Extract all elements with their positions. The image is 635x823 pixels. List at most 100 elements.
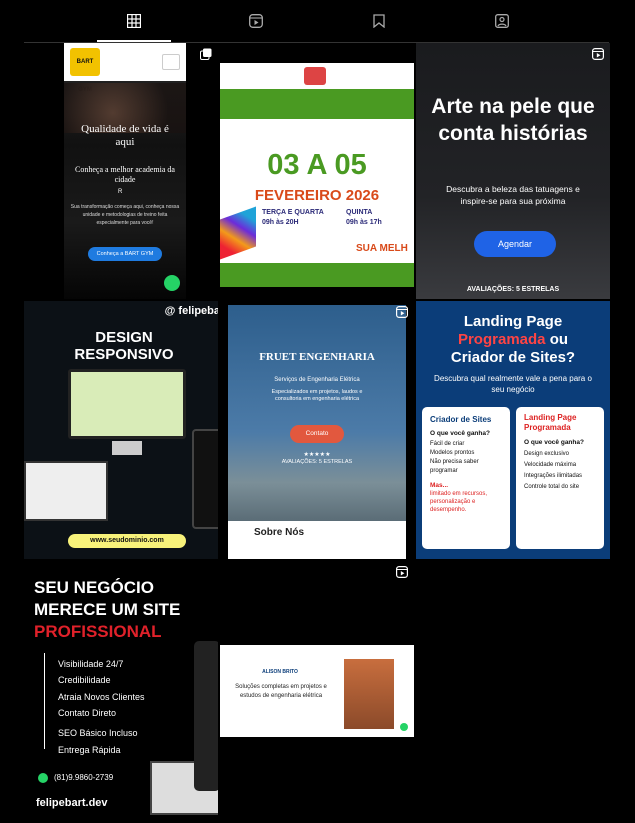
fruet-rating: AVALIAÇÕES: 5 ESTRELAS	[281, 459, 353, 465]
phone-mockup	[192, 429, 218, 529]
post-gym[interactable]: BART GYM Qualidade de vida é aqui Conheç…	[24, 43, 218, 299]
whatsapp-icon[interactable]	[164, 275, 180, 291]
event-dates: 03 A 05	[267, 149, 367, 181]
laptop-mockup	[24, 461, 108, 521]
profile-tab-bar	[24, 0, 609, 43]
post-fruet-engenharia[interactable]: FRUET ENGENHARIA Serviços de Engenharia …	[220, 301, 414, 559]
tattoo-cta-button[interactable]: Agendar	[474, 231, 556, 257]
saved-icon	[373, 14, 385, 28]
post-event[interactable]: 03 A 05 FEVEREIRO 2026 TERÇA E QUARTA 09…	[220, 43, 414, 299]
landing-headline-1: Landing Page	[463, 313, 563, 330]
site-builder-cons-title: Mas...	[430, 482, 449, 489]
tab-saved[interactable]	[365, 14, 393, 40]
fruet-section-title: Sobre Nós	[254, 527, 305, 538]
event-green-footer	[220, 263, 414, 287]
event-logo	[304, 67, 326, 85]
alison-photo	[344, 659, 394, 729]
reel-badge-icon	[396, 566, 408, 578]
monitor-screen	[71, 372, 183, 436]
business-item-5: SEO Básico Incluso	[58, 728, 138, 738]
tattoo-rating: AVALIAÇÕES: 5 ESTRELAS	[466, 286, 560, 293]
tab-posts-grid[interactable]	[97, 14, 171, 42]
fruet-subtitle: Serviços de Engenharia Elétrica	[274, 377, 360, 383]
event-day-1: TERÇA E QUARTA	[262, 209, 324, 216]
landing-card-question: O que você ganha?	[524, 439, 584, 446]
site-builder-card: Criador de Sites O que você ganha? Fácil…	[422, 407, 510, 549]
gym-cta-button[interactable]: Conheça a BART GYM	[88, 247, 162, 261]
landing-item-3: Integrações ilimitadas	[524, 473, 583, 479]
landing-headline-ou: ou	[549, 331, 569, 348]
whatsapp-icon	[38, 773, 48, 783]
design-handle: @ felipeba	[164, 305, 218, 317]
reels-icon	[249, 14, 263, 28]
business-phone: (81)9.9860-2739	[54, 773, 114, 782]
menu-icon[interactable]	[162, 54, 180, 70]
business-item-6: Entrega Rápida	[58, 745, 121, 755]
site-builder-cons: limitado em recursos, personalização e d…	[430, 491, 488, 513]
tattoo-headline: Arte na pele que conta histórias	[431, 95, 595, 145]
tab-tagged[interactable]	[488, 14, 516, 40]
location-text: R	[118, 189, 123, 195]
alison-text: Soluções completas em projetos e estudos…	[235, 684, 327, 699]
gym-phone-mockup: BART GYM Qualidade de vida é aqui Conheç…	[64, 43, 186, 299]
business-timeline	[44, 653, 45, 749]
post-responsive-design[interactable]: @ felipeba DESIGN RESPONSIVO www.seudomi…	[24, 301, 218, 559]
reel-badge-icon	[396, 306, 408, 318]
carousel-icon	[200, 48, 212, 60]
event-footer: SUA MELH	[356, 243, 408, 254]
event-month: FEVEREIRO 2026	[254, 187, 380, 204]
fruet-about-section: Sobre Nós	[228, 521, 406, 559]
business-brand: felipebart.dev	[36, 797, 108, 809]
event-time-2: 09h às 17h	[346, 219, 382, 226]
post-alison-brito[interactable]: ALISON BRITO Soluções completas em proje…	[220, 561, 414, 823]
gym-subheadline: Conheça a melhor academia da cidade	[75, 165, 175, 184]
site-builder-item-3: Não precisa saber programar	[430, 459, 479, 474]
landing-item-4: Controle total do site	[524, 484, 580, 490]
site-builder-title: Criador de Sites	[430, 415, 492, 424]
site-builder-item-2: Modelos prontos	[430, 450, 475, 456]
post-business-site[interactable]: SEU NEGÓCIO MERECE UM SITE PROFISSIONAL …	[24, 561, 218, 823]
business-item-4: Contato Direto	[58, 708, 117, 718]
landing-page-card: Landing Page Programada O que você ganha…	[516, 407, 604, 549]
gym-headline: Qualidade de vida é aqui	[81, 123, 169, 148]
reel-badge-icon	[592, 48, 604, 60]
gym-header: BART GYM	[64, 43, 186, 93]
fruet-title: FRUET ENGENHARIA	[259, 351, 375, 363]
event-card: 03 A 05 FEVEREIRO 2026 TERÇA E QUARTA 09…	[220, 63, 414, 287]
fruet-phone-mockup: FRUET ENGENHARIA Serviços de Engenharia …	[228, 305, 406, 559]
event-day-2: QUINTA	[346, 209, 373, 216]
design-url: www.seudominio.com	[68, 534, 186, 548]
business-headline-2: MERECE UM SITE	[34, 600, 181, 619]
business-item-3: Atraia Novos Clientes	[58, 692, 145, 702]
post-landing-page[interactable]: Landing Page Programada ou Criador de Si…	[416, 301, 610, 559]
event-decoration	[220, 206, 256, 260]
business-item-2: Credibilidade	[58, 675, 111, 685]
landing-headline-3: Criador de Sites?	[450, 349, 576, 366]
landing-item-1: Design exclusivo	[524, 451, 570, 457]
whatsapp-icon	[400, 723, 408, 731]
grid-icon	[127, 14, 141, 28]
business-headline-1: SEU NEGÓCIO	[34, 578, 154, 597]
business-item-1: Visibilidade 24/7	[58, 659, 124, 669]
design-headline-2: RESPONSIVO	[74, 346, 174, 363]
business-headline-3: PROFISSIONAL	[34, 622, 162, 641]
alison-website-screenshot: ALISON BRITO Soluções completas em proje…	[220, 645, 414, 737]
tattoo-body: Descubra a beleza das tatuagens e inspir…	[446, 184, 580, 206]
fruet-cta-button[interactable]: Contato	[290, 425, 344, 443]
site-builder-item-1: Fácil de criar	[430, 441, 465, 447]
landing-card-title: Landing Page Programada	[524, 413, 577, 432]
monitor-mockup	[68, 369, 186, 439]
gym-logo: BART GYM	[70, 48, 100, 93]
landing-item-2: Velocidade máxima	[524, 462, 577, 468]
post-tattoo[interactable]: Arte na pele que conta histórias Descubr…	[416, 43, 610, 299]
tab-reels[interactable]	[242, 14, 270, 40]
event-green-band	[220, 89, 414, 119]
fruet-stars: ★★★★★	[303, 452, 331, 458]
tagged-icon	[495, 14, 509, 28]
gym-body-text: Sua transformação começa aqui, conheça n…	[70, 204, 180, 226]
landing-subheadline: Descubra qual realmente vale a pena para…	[434, 374, 592, 394]
event-time-1: 09h às 20H	[262, 219, 299, 226]
monitor-stand	[112, 441, 142, 455]
fruet-body: Especializados em projetos, laudos e con…	[271, 389, 363, 402]
site-builder-question: O que você ganha?	[430, 430, 490, 437]
